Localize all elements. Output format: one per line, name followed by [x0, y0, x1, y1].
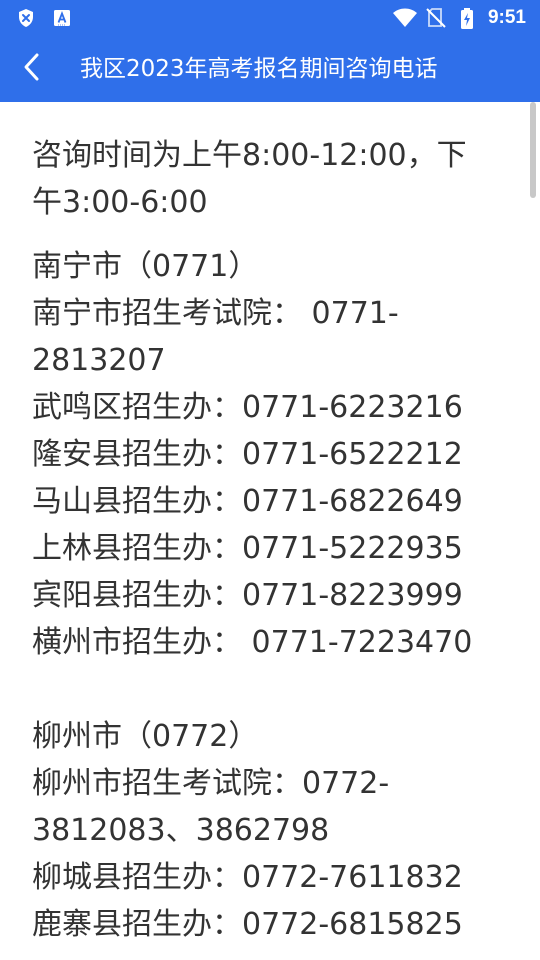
scrollbar[interactable] [530, 102, 536, 198]
back-button[interactable] [10, 45, 54, 93]
article-text: 咨询时间为上午8:00-12:00，下 午3:00-6:00 南宁市（0771）… [32, 132, 502, 948]
contact-line: 柳州市招生考试院：0772- [32, 766, 390, 801]
contact-line: 2813207 [32, 343, 166, 378]
status-bar: 9:51 [0, 0, 540, 36]
page-title: 我区2023年高考报名期间咨询电话 [80, 56, 438, 82]
contact-line: 上林县招生办：0771-5222935 [32, 531, 463, 566]
contact-line: 马山县招生办：0771-6822649 [32, 484, 463, 519]
toolbar: 我区2023年高考报名期间咨询电话 [0, 36, 540, 102]
battery-charging-icon [460, 8, 474, 29]
article-content[interactable]: 咨询时间为上午8:00-12:00，下 午3:00-6:00 南宁市（0771）… [0, 102, 540, 960]
contact-line: 鹿寨县招生办：0772-6815825 [32, 907, 463, 942]
status-time: 9:51 [487, 7, 526, 28]
font-a-icon [52, 8, 72, 28]
contact-line: 隆安县招生办：0771-6522212 [32, 437, 463, 472]
contact-line: 武鸣区招生办：0771-6223216 [32, 390, 463, 425]
contact-line: 横州市招生办： 0771-7223470 [32, 625, 473, 660]
app-bar: 9:51 我区2023年高考报名期间咨询电话 [0, 0, 540, 102]
screen: 9:51 我区2023年高考报名期间咨询电话 咨询时间为上午8:00-12:00… [0, 0, 540, 960]
section-heading: 南宁市（0771） [32, 249, 259, 284]
contact-line: 3812083、3862798 [32, 813, 330, 848]
intro-text: 午3:00-6:00 [32, 185, 208, 220]
chevron-left-icon [20, 52, 44, 86]
shield-x-icon [16, 8, 36, 28]
no-sim-icon [426, 8, 446, 28]
contact-line: 宾阳县招生办：0771-8223999 [32, 578, 463, 613]
intro-text: 咨询时间为上午8:00-12:00，下 [32, 138, 467, 173]
section-heading: 柳州市（0772） [32, 719, 259, 754]
contact-line: 柳城县招生办：0772-7611832 [32, 860, 463, 895]
contact-line: 南宁市招生考试院： 0771- [32, 296, 399, 331]
wifi-icon [392, 8, 418, 28]
